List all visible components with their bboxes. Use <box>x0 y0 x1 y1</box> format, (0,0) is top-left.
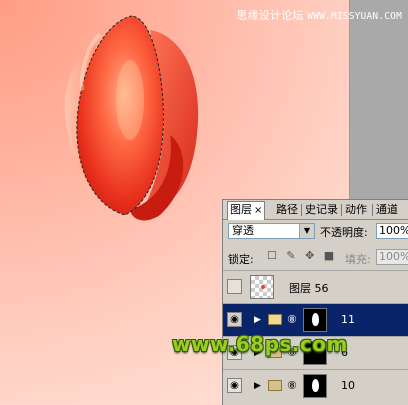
fill-label: 填充: <box>345 253 371 266</box>
tab-layers[interactable]: 图层 × <box>227 201 266 220</box>
mask-thumbnail <box>303 308 327 332</box>
layer-row[interactable]: ◉ ▶ ⑧ 10 <box>223 369 408 403</box>
mask-thumbnail <box>303 374 327 398</box>
fill-input[interactable]: 100% <box>376 249 408 265</box>
link-icon[interactable]: ⑧ <box>287 379 297 392</box>
tab-layers-label: 图层 <box>230 203 252 216</box>
opacity-label: 不透明度: <box>320 226 368 239</box>
blend-mode-select[interactable]: 穿透 ▼ <box>228 223 315 239</box>
blend-mode-value: 穿透 <box>232 224 254 237</box>
tulip-image <box>64 15 199 221</box>
expand-arrow-icon[interactable]: ▶ <box>254 315 261 325</box>
tab-actions[interactable]: 动作 <box>343 202 369 218</box>
canvas-gray-area <box>349 0 408 200</box>
opacity-input[interactable]: 100% <box>376 223 408 239</box>
site-logo: www.68ps.com <box>172 332 348 356</box>
chevron-down-icon[interactable]: ▼ <box>299 224 314 238</box>
tab-paths[interactable]: 路径 <box>274 202 300 218</box>
lock-icons[interactable]: ☐ ✎ ✥ ■ <box>267 249 337 262</box>
tab-separator <box>372 204 373 216</box>
layer-row[interactable]: 图层 56 <box>223 270 408 304</box>
eye-icon[interactable]: ◉ <box>227 312 242 327</box>
watermark: 思缘设计论坛 WWW.MISSYUAN.COM <box>236 7 402 23</box>
layer-name: 图层 56 <box>289 282 329 295</box>
watermark-cn: 思缘设计论坛 <box>236 9 304 22</box>
tab-separator <box>341 204 342 216</box>
panel-tabs: 图层 × 路径 史记录 动作 通道 <box>223 200 408 220</box>
layer-thumbnail <box>250 275 274 299</box>
lock-label: 锁定: <box>228 253 254 266</box>
layer-name: 11 <box>341 313 355 326</box>
link-icon[interactable]: ⑧ <box>287 313 297 326</box>
layers-panel: 图层 × 路径 史记录 动作 通道 穿透 ▼ 不透明度: 100% 锁定: ☐ ✎… <box>222 199 408 405</box>
watermark-url: WWW.MISSYUAN.COM <box>307 11 402 22</box>
layer-name: 10 <box>341 379 355 392</box>
expand-arrow-icon[interactable]: ▶ <box>254 381 261 391</box>
eye-icon[interactable]: ◉ <box>227 378 242 393</box>
tab-history[interactable]: 史记录 <box>303 202 340 218</box>
close-icon[interactable]: × <box>254 205 262 216</box>
folder-icon <box>268 380 282 391</box>
tab-channels[interactable]: 通道 <box>374 202 400 218</box>
visibility-toggle[interactable] <box>227 279 242 294</box>
folder-icon <box>268 314 282 325</box>
tab-separator <box>301 204 302 216</box>
